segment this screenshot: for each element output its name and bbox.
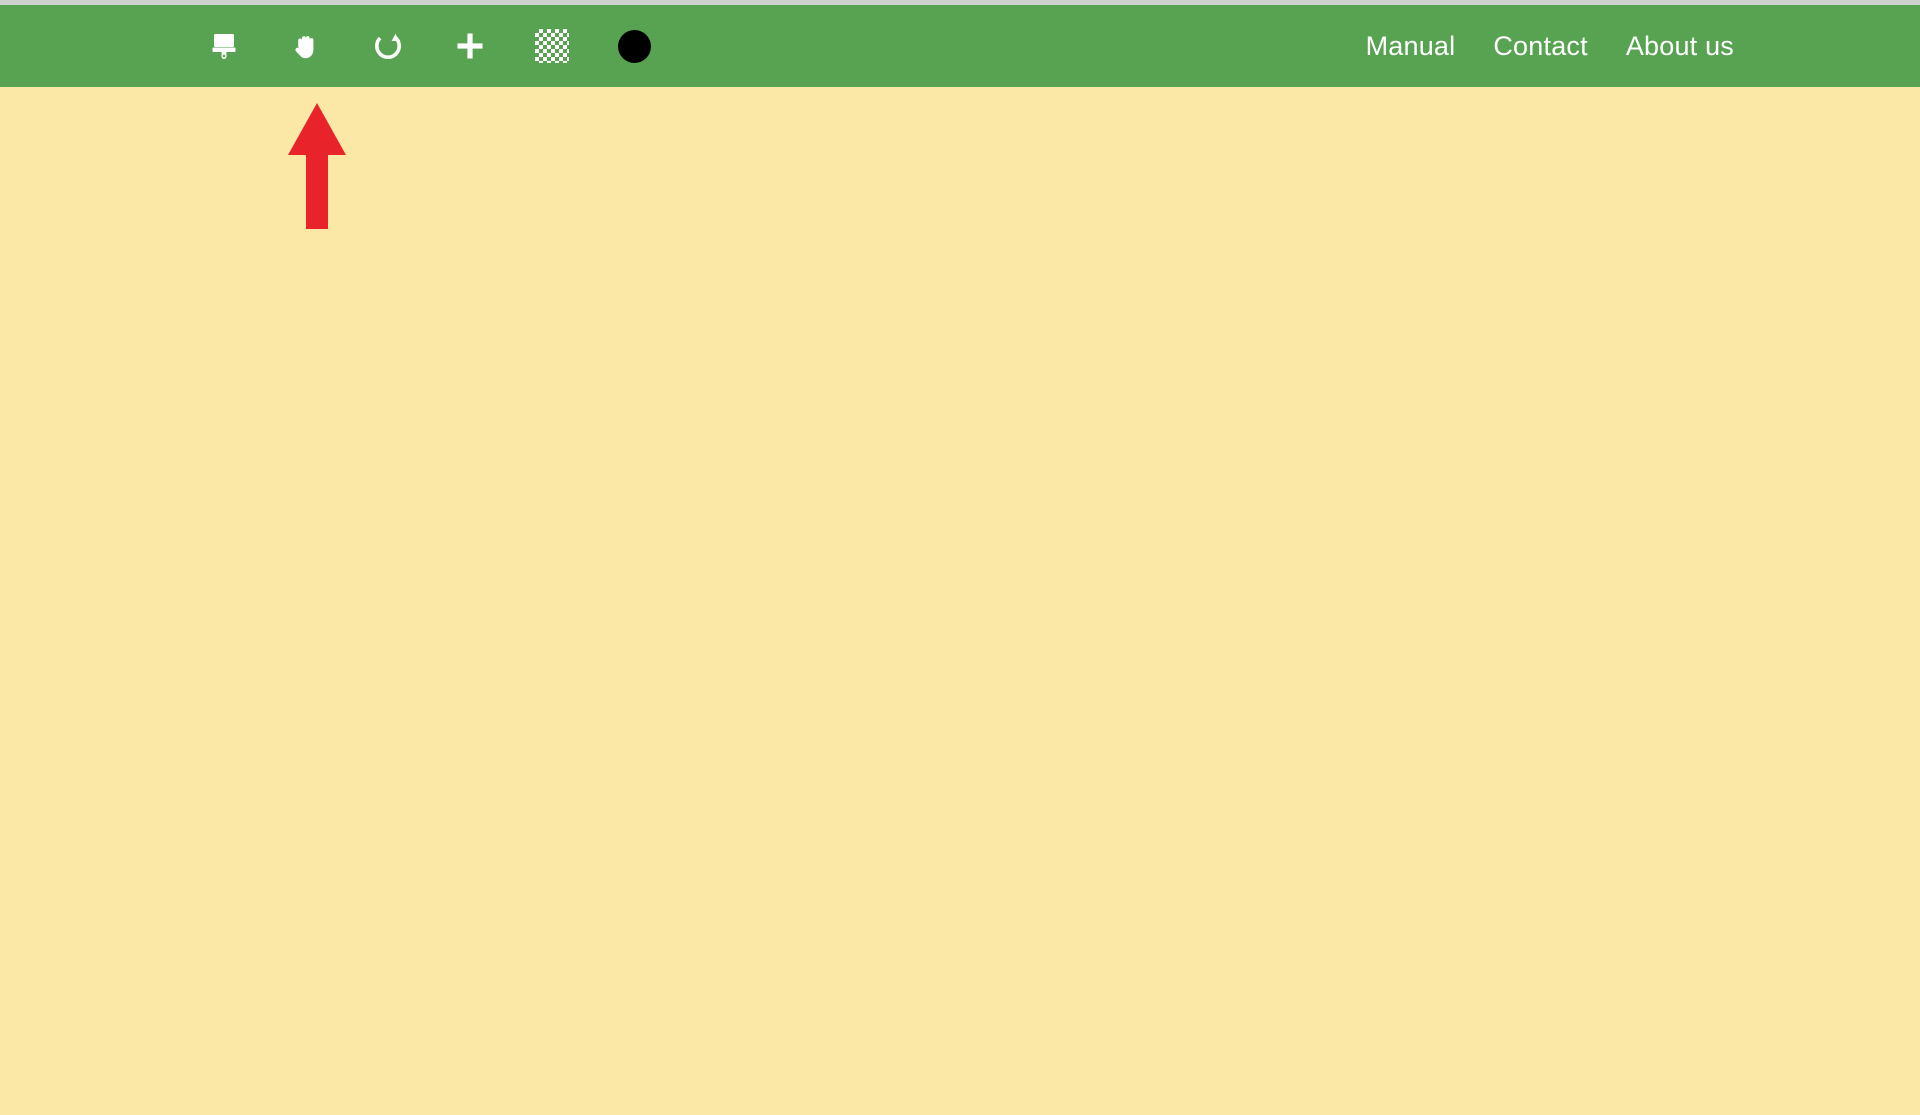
tool-group (196, 18, 688, 74)
paint-brush-icon (207, 29, 241, 63)
nav-link-about-us[interactable]: About us (1626, 31, 1734, 62)
redo-tool[interactable] (360, 18, 416, 74)
app-toolbar: Manual Contact About us (0, 5, 1920, 87)
redo-icon (371, 29, 405, 63)
drawing-canvas[interactable] (0, 87, 1920, 1115)
color-swatch-tool[interactable] (606, 18, 662, 74)
filled-circle-icon (617, 29, 651, 63)
plus-icon (453, 29, 487, 63)
checkerboard-icon (535, 29, 569, 63)
paint-brush-tool[interactable] (196, 18, 252, 74)
pan-hand-tool[interactable] (278, 18, 334, 74)
nav-link-manual[interactable]: Manual (1366, 31, 1456, 62)
transparency-tool[interactable] (524, 18, 580, 74)
hand-icon (289, 29, 323, 63)
main-navigation: Manual Contact About us (1366, 31, 1734, 62)
nav-link-contact[interactable]: Contact (1493, 31, 1587, 62)
add-tool[interactable] (442, 18, 498, 74)
